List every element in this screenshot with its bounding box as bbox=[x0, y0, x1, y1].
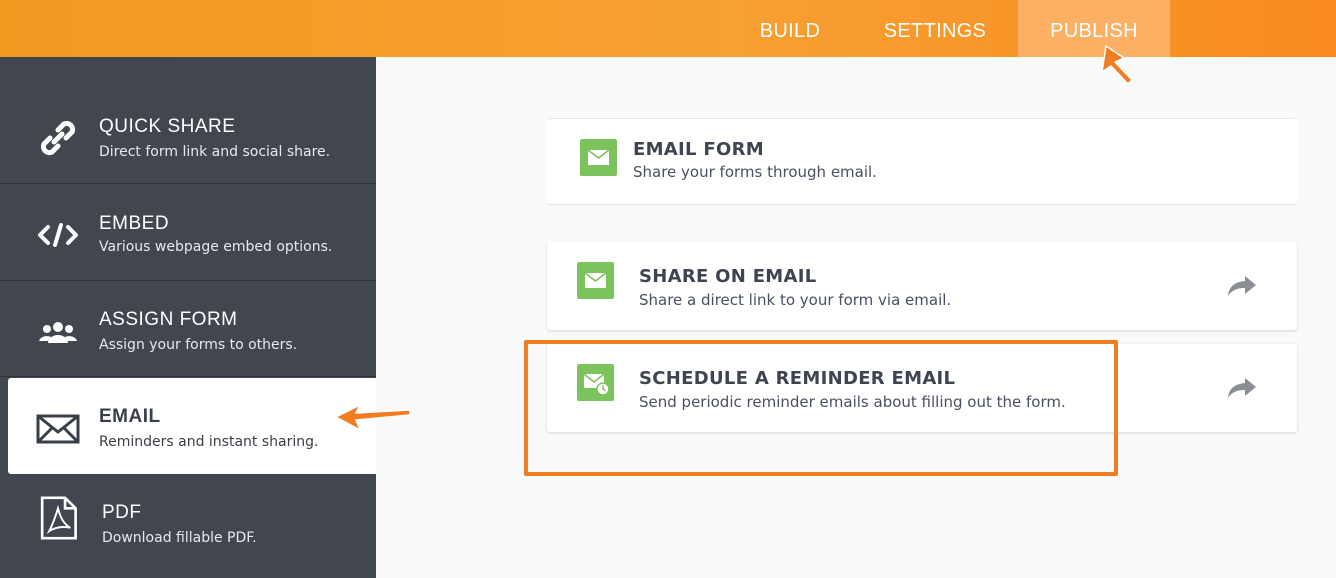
annotation-arrow-publish bbox=[1100, 44, 1134, 86]
sidebar-item-title: ASSIGN FORM bbox=[99, 309, 238, 330]
sidebar-item-embed[interactable]: EMBED Various webpage embed options. bbox=[0, 185, 376, 281]
card-desc: Share your forms through email. bbox=[633, 163, 877, 181]
sidebar-item-desc: Various webpage embed options. bbox=[99, 239, 333, 255]
email-form-header: EMAIL FORM Share your forms through emai… bbox=[547, 118, 1297, 205]
sidebar-item-title: QUICK SHARE bbox=[99, 116, 236, 137]
card-desc: Share a direct link to your form via ema… bbox=[639, 291, 952, 309]
tab-build[interactable]: BUILD bbox=[740, 0, 840, 57]
sidebar-item-title: EMAIL bbox=[99, 406, 161, 427]
link-icon bbox=[40, 120, 76, 156]
users-icon bbox=[39, 322, 77, 343]
share-on-email-card[interactable]: SHARE ON EMAIL Share a direct link to yo… bbox=[547, 242, 1297, 330]
schedule-reminder-card[interactable]: SCHEDULE A REMINDER EMAIL Send periodic … bbox=[547, 344, 1297, 432]
sidebar-item-assign-form[interactable]: ASSIGN FORM Assign your forms to others. bbox=[0, 281, 376, 377]
share-arrow-icon[interactable] bbox=[1227, 376, 1257, 400]
sidebar-item-desc: Download fillable PDF. bbox=[102, 530, 257, 546]
card-title: SCHEDULE A REMINDER EMAIL bbox=[639, 368, 956, 389]
sidebar-item-desc: Assign your forms to others. bbox=[99, 337, 298, 353]
tab-publish[interactable]: PUBLISH bbox=[1018, 0, 1170, 57]
sidebar: QUICK SHARE Direct form link and social … bbox=[0, 57, 376, 578]
share-arrow-icon[interactable] bbox=[1227, 274, 1257, 298]
card-desc: Send periodic reminder emails about fill… bbox=[639, 393, 1066, 411]
card-title: SHARE ON EMAIL bbox=[639, 266, 817, 287]
tab-settings[interactable]: SETTINGS bbox=[870, 0, 1000, 57]
sidebar-item-desc: Reminders and instant sharing. bbox=[99, 434, 319, 450]
sidebar-item-title: PDF bbox=[102, 502, 142, 523]
envelope-icon bbox=[36, 414, 80, 444]
sidebar-item-desc: Direct form link and social share. bbox=[99, 144, 331, 160]
card-title: EMAIL FORM bbox=[633, 139, 764, 160]
annotation-arrow-email bbox=[334, 403, 411, 432]
code-icon bbox=[38, 223, 78, 247]
pdf-icon bbox=[40, 496, 77, 540]
sidebar-item-email[interactable]: EMAIL Reminders and instant sharing. bbox=[8, 378, 376, 474]
sidebar-item-quick-share[interactable]: QUICK SHARE Direct form link and social … bbox=[0, 88, 376, 184]
envelope-icon bbox=[580, 139, 617, 176]
scheduled-email-icon bbox=[577, 364, 614, 401]
envelope-icon bbox=[577, 262, 614, 299]
sidebar-item-pdf[interactable]: PDF Download fillable PDF. bbox=[0, 474, 376, 570]
sidebar-item-title: EMBED bbox=[99, 213, 170, 234]
